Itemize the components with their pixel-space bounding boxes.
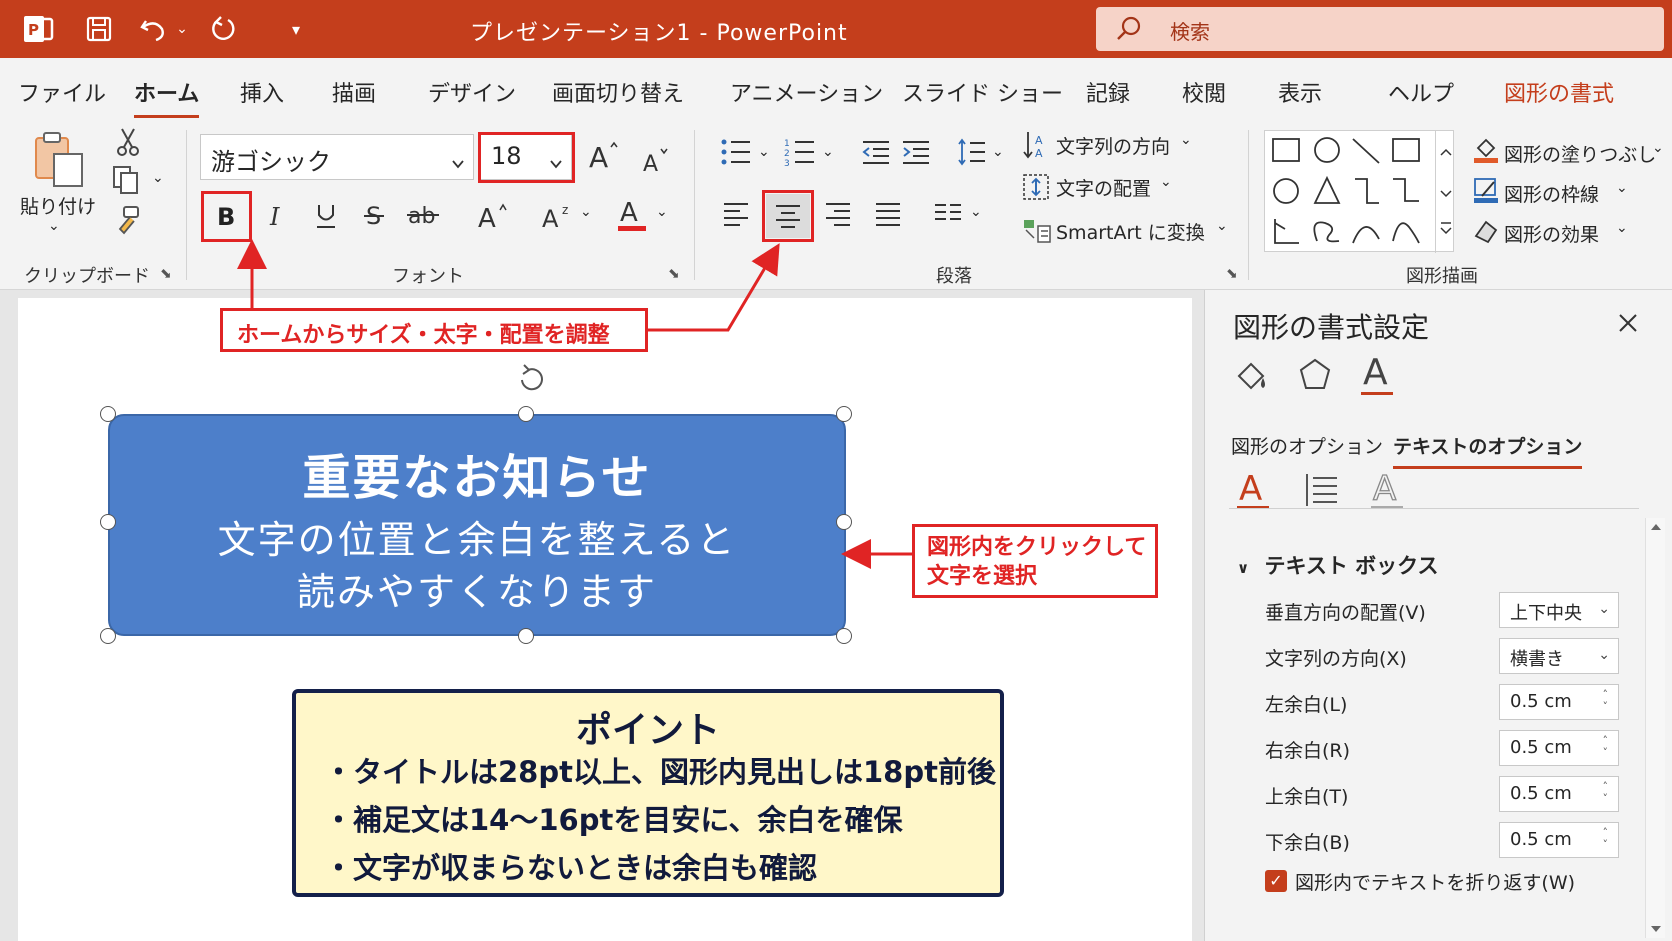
divider [1229,508,1639,509]
right-margin-stepper[interactable]: 0.5 cm ˄ ˅ [1499,730,1619,766]
prop-label: 文字列の方向(X) [1265,648,1407,670]
point-item: ・補足文は14〜16ptを目安に、余白を確保 [324,803,903,837]
prop-value: 0.5 cm [1510,829,1572,850]
right-callout: 図形内をクリックして 文字を選択 [912,524,1158,598]
format-shape-pane: 図形の書式設定 A 図形のオプション テキストのオプション A A ∨ テキスト… [1204,290,1672,941]
svg-text:A: A [1239,469,1262,509]
prop-value: 0.5 cm [1510,691,1572,712]
prop-value: 0.5 cm [1510,783,1572,804]
effects-pentagon-icon[interactable] [1295,356,1335,396]
point-title: ポイント [575,710,720,751]
checkmark-icon: ✓ [1269,871,1283,890]
pane-scrollbar[interactable] [1645,518,1665,938]
wrap-text-checkbox[interactable]: ✓ [1265,870,1287,892]
tab-shape-format[interactable]: 図形の書式 [1504,76,1614,108]
point-item: ・文字が収まらないときは余白も確認 [324,851,818,885]
shape-fill-label[interactable]: 図形の塗りつぶし [1504,140,1656,167]
paragraph-launcher-icon[interactable]: ⬊ [1226,266,1238,282]
top-callout: ホームからサイズ・太字・配置を調整 [220,308,648,352]
shape-fill-icon[interactable] [1470,134,1502,166]
gallery-scroll[interactable] [1435,131,1455,253]
vertical-alignment-select[interactable]: 上下中央 ⌄ [1499,592,1619,628]
shape-outline-icon[interactable] [1470,174,1502,206]
text-fill-outline-icon[interactable]: A [1235,468,1273,512]
wrap-text-label[interactable]: 図形内でテキストを折り返す(W) [1295,868,1575,895]
textbox-layout-icon[interactable] [1301,470,1341,510]
drawing-group-label: 図形描画 [1406,266,1478,287]
bottom-margin-stepper[interactable]: 0.5 cm ˄ ˅ [1499,822,1619,858]
shape-gallery-icons [1272,137,1420,244]
spinner-icon[interactable]: ˄ ˅ [1603,781,1609,805]
section-title: テキスト ボックス [1264,554,1439,578]
prop-label: 上余白(T) [1265,786,1349,808]
svg-text:A: A [1373,469,1396,509]
svg-text:A: A [1363,352,1388,393]
text-direction-select[interactable]: 横書き ⌄ [1499,638,1619,674]
prop-value: 上下中央 [1510,603,1582,624]
shape-effects-label[interactable]: 図形の効果 [1504,220,1599,247]
point-box[interactable]: ポイント ・タイトルは28pt以上、図形内見出しは18pt前後 ・補足文は14〜… [292,689,1004,897]
tab-shape-options[interactable]: 図形のオプション [1231,432,1383,459]
fill-line-icon[interactable] [1231,358,1271,398]
tab-text-options[interactable]: テキストのオプション [1393,432,1583,469]
textbox-section-header[interactable]: ∨ テキスト ボックス [1237,550,1439,580]
tab-view[interactable]: 表示 [1278,76,1322,108]
pane-title: 図形の書式設定 [1233,311,1430,344]
prop-value: 0.5 cm [1510,737,1572,758]
chevron-down-icon: ∨ [1237,559,1250,577]
shape-effects-icon[interactable] [1470,214,1502,246]
left-margin-stepper[interactable]: 0.5 cm ˄ ˅ [1499,684,1619,720]
chevron-down-icon: ⌄ [1598,601,1610,617]
spinner-icon[interactable]: ˄ ˅ [1603,689,1609,713]
right-callout-line: 図形内をクリックして [927,535,1147,560]
prop-label: 左余白(L) [1265,694,1348,716]
top-margin-stepper[interactable]: 0.5 cm ˄ ˅ [1499,776,1619,812]
chevron-down-icon[interactable]: ⌄ [1652,140,1664,156]
text-fill-icon[interactable]: A [1357,348,1397,398]
chevron-down-icon: ⌄ [1598,647,1610,663]
prop-value: 横書き [1510,649,1564,670]
prop-label: 垂直方向の配置(V) [1265,602,1426,624]
shape-outline-label[interactable]: 図形の枠線 [1504,180,1599,207]
chevron-down-icon[interactable]: ⌄ [1616,220,1628,236]
right-callout-line: 文字を選択 [927,564,1038,589]
spinner-icon[interactable]: ˄ ˅ [1603,735,1609,759]
separator [1248,130,1249,280]
text-effects-outline-icon[interactable]: A [1369,468,1407,512]
shape-gallery[interactable] [1264,130,1455,253]
tab-help[interactable]: ヘルプ [1388,76,1454,108]
prop-label: 下余白(B) [1265,832,1350,854]
chevron-down-icon[interactable]: ⌄ [1216,218,1228,234]
chevron-down-icon[interactable]: ⌄ [1616,180,1628,196]
close-icon[interactable] [1617,308,1639,341]
spinner-icon[interactable]: ˄ ˅ [1603,827,1609,851]
point-item: ・タイトルは28pt以上、図形内見出しは18pt前後 [324,755,996,789]
powerpoint-window: P ⌄ ▾ プレゼンテーション1 - PowerPoint 検索 ファイル ホー… [0,0,1672,941]
prop-label: 右余白(R) [1265,740,1351,762]
